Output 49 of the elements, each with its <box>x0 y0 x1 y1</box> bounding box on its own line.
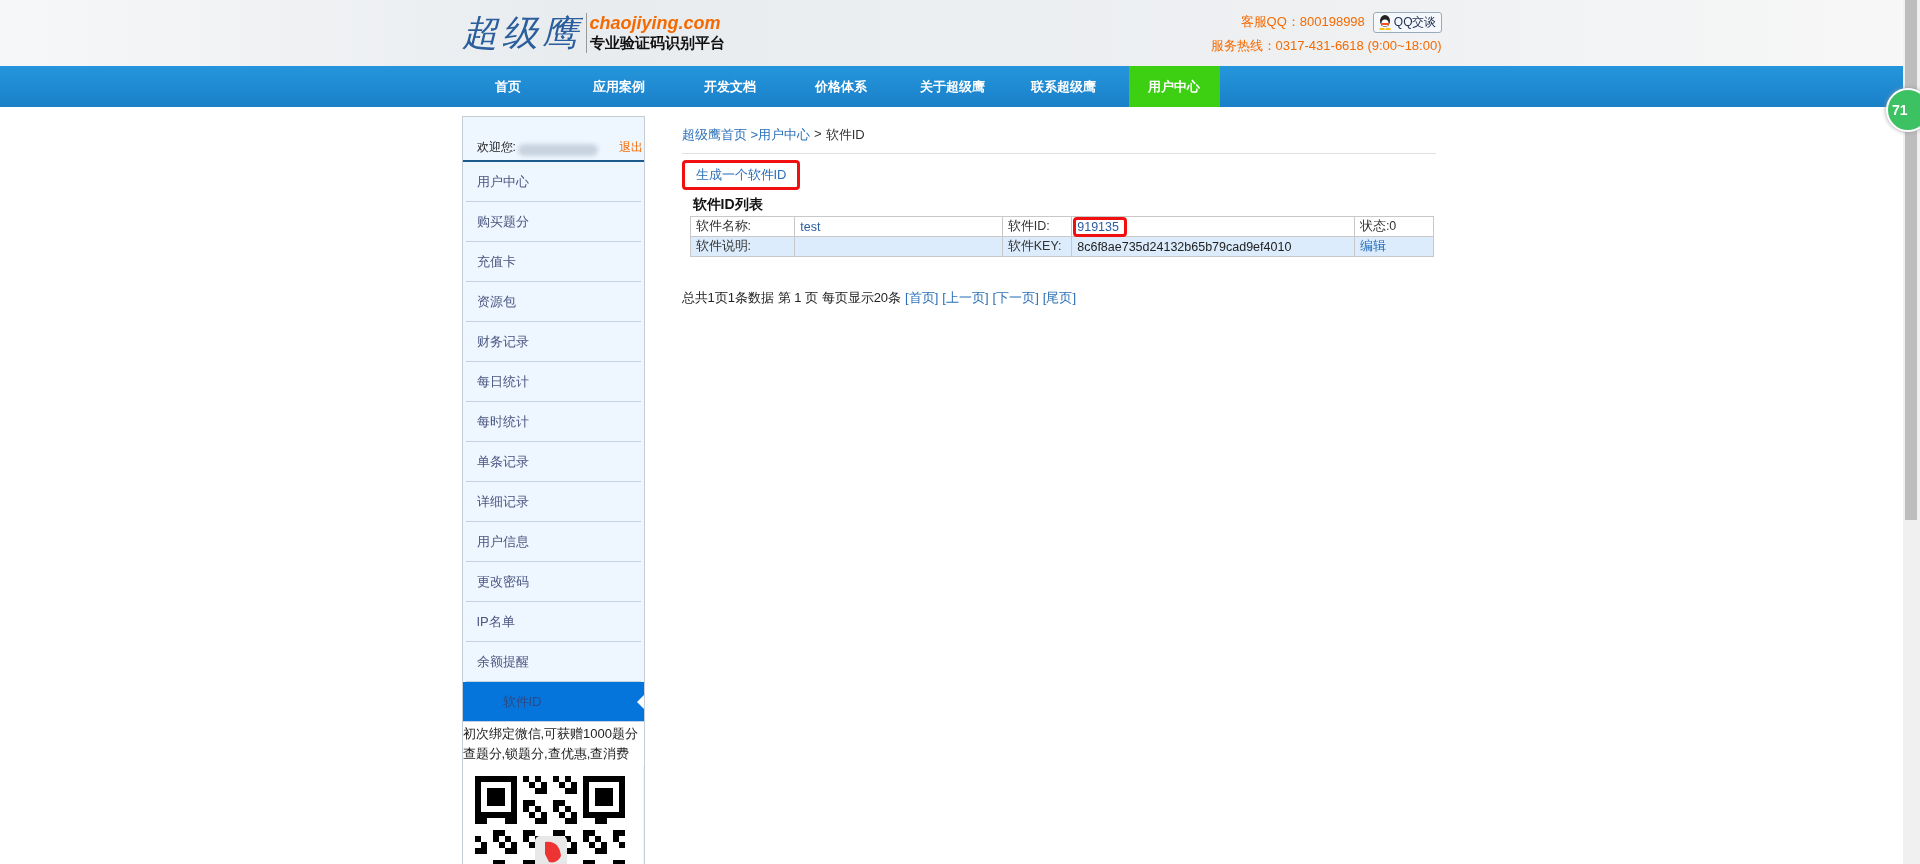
nav-tab[interactable]: 关于超级鹰 <box>906 66 998 107</box>
sidebar-item[interactable]: IP名单 <box>465 602 641 642</box>
sidebar-item[interactable]: 详细记录 <box>465 482 641 522</box>
pagination-link[interactable]: [下一页] <box>992 289 1039 307</box>
logo-script: 超级鹰 <box>461 10 582 55</box>
nav-tab[interactable]: 首页 <box>462 66 554 107</box>
breadcrumb-link[interactable]: >用户中心 <box>750 126 811 144</box>
table-cell: 软件说明: <box>690 236 795 257</box>
sidebar-item[interactable]: 充值卡 <box>465 242 641 282</box>
pointer-icon <box>636 695 644 709</box>
sidebar-item[interactable]: 购买题分 <box>465 202 641 242</box>
qq-number: 客服QQ：800198998 <box>1240 13 1365 31</box>
sidebar-item[interactable]: 财务记录 <box>465 322 641 362</box>
pagination-link[interactable]: [上一页] <box>942 289 989 307</box>
pagination-link[interactable]: [尾页] <box>1042 289 1077 307</box>
sidebar-item[interactable]: 每时统计 <box>465 402 641 442</box>
sidebar-item[interactable]: 资源包 <box>465 282 641 322</box>
count-badge: 71 <box>1886 88 1920 132</box>
table-cell: 状态:0 <box>1354 216 1433 237</box>
sidebar-item[interactable]: 用户信息 <box>465 522 641 562</box>
logout-link[interactable]: 退出 <box>618 139 644 156</box>
current-page-label: 软件ID <box>825 126 865 144</box>
nav-tab[interactable]: 价格体系 <box>795 66 887 107</box>
table-cell: 软件KEY: <box>1002 236 1072 257</box>
breadcrumb-separator: > <box>814 126 822 143</box>
nav-tab[interactable]: 联系超级鹰 <box>1017 66 1109 107</box>
sidebar-item[interactable]: 用户中心 <box>465 162 641 202</box>
site-domain: chaojiying.com <box>589 13 722 34</box>
promo-text: 初次绑定微信,可获赠1000题分查题分,锁题分,查优惠,查消费 <box>462 722 644 766</box>
pagination-summary: 总共1页1条数据 第 1 页 每页显示20条 <box>681 289 902 307</box>
service-hotline: 服务热线：0317-431-6618 (9:00~18:00) <box>1210 36 1442 55</box>
table-cell: 软件ID: <box>1002 216 1072 237</box>
table-cell: 8c6f8ae735d24132b65b79cad9ef4010 <box>1071 236 1355 257</box>
site-slogan: 专业验证码识别平台 <box>589 34 725 53</box>
nav-tab[interactable]: 应用案例 <box>573 66 665 107</box>
pagination-link[interactable]: [首页] <box>905 289 939 307</box>
generate-id-link[interactable]: 生成一个软件ID <box>681 160 800 190</box>
table-cell: 软件名称: <box>690 216 795 237</box>
qq-chat-button[interactable]: QQ交谈 <box>1372 11 1442 33</box>
welcome-text: 欢迎您: <box>476 139 516 156</box>
edit-link[interactable]: 编辑 <box>1354 236 1433 257</box>
penguin-icon <box>1377 14 1392 30</box>
breadcrumb-link[interactable]: 超级鹰首页 <box>681 126 747 144</box>
nav-tab[interactable]: 开发文档 <box>684 66 776 107</box>
list-title: 软件ID列表 <box>692 196 764 214</box>
sidebar-item[interactable]: 每日统计 <box>465 362 641 402</box>
sidebar-item[interactable]: 更改密码 <box>465 562 641 602</box>
table-cell: test <box>794 216 1003 237</box>
sidebar-item[interactable]: 单条记录 <box>465 442 641 482</box>
